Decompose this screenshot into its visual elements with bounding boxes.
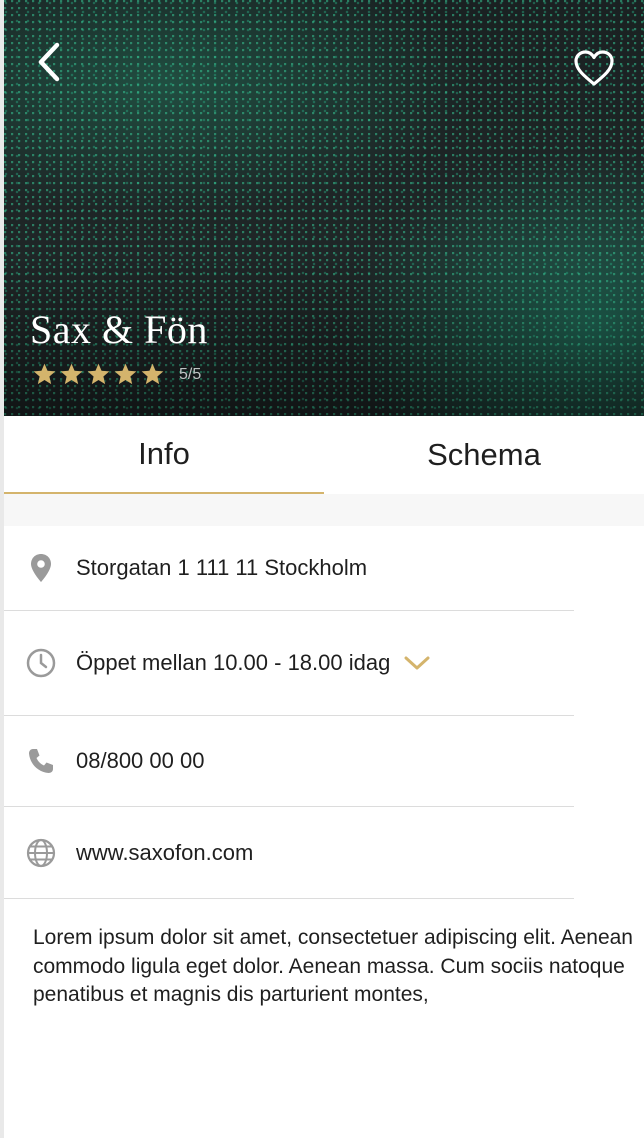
tab-bar: Info Schema — [4, 416, 644, 494]
tab-divider — [4, 494, 644, 526]
star-icon — [141, 363, 164, 385]
salon-description: Lorem ipsum dolor sit amet, consectetuer… — [33, 926, 633, 1006]
website-row[interactable]: www.saxofon.com — [4, 807, 574, 899]
tab-info[interactable]: Info — [4, 416, 324, 494]
phone-icon — [26, 746, 56, 776]
phone-row[interactable]: 08/800 00 00 — [4, 716, 574, 807]
hero-image: Sax & Fön 5/5 — [4, 0, 644, 416]
clock-icon — [26, 648, 56, 678]
chevron-down-icon[interactable] — [404, 655, 430, 671]
chevron-left-icon — [38, 42, 60, 82]
tab-schema[interactable]: Schema — [324, 416, 644, 494]
star-icon — [33, 363, 56, 385]
rating-stars — [32, 362, 165, 387]
rating-label: 5/5 — [179, 365, 202, 383]
opening-hours-text: Öppet mellan 10.00 - 18.00 idag — [76, 650, 391, 675]
location-pin-icon — [26, 553, 56, 583]
globe-icon — [26, 838, 56, 868]
website-link[interactable]: www.saxofon.com — [76, 840, 253, 866]
address-text: Storgatan 1 111 11 Stockholm — [76, 555, 368, 580]
star-icon — [114, 363, 137, 385]
star-icon — [60, 363, 83, 385]
phone-text: 08/800 00 00 — [76, 748, 205, 773]
opening-hours-row[interactable]: Öppet mellan 10.00 - 18.00 idag — [4, 611, 574, 716]
favorite-button[interactable] — [570, 46, 618, 90]
star-icon — [87, 363, 110, 385]
rating: 5/5 — [32, 362, 201, 387]
back-button[interactable] — [30, 40, 70, 84]
heart-outline-icon — [574, 50, 614, 86]
salon-title: Sax & Fön — [30, 307, 208, 352]
address-row[interactable]: Storgatan 1 111 11 Stockholm — [4, 526, 574, 611]
